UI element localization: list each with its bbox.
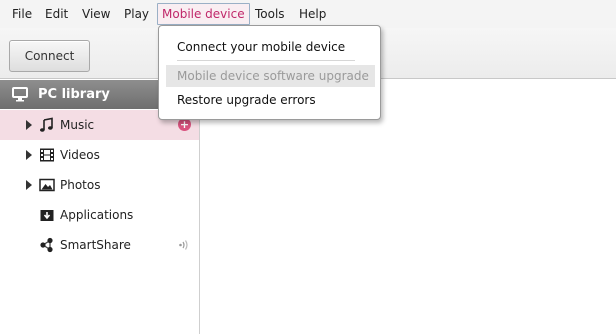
download-box-icon — [39, 207, 55, 223]
menu-item-software-upgrade: Mobile device software upgrade — [166, 65, 375, 87]
expand-arrow-icon[interactable] — [26, 180, 32, 190]
menu-file[interactable]: File — [8, 4, 36, 24]
connect-button[interactable]: Connect — [9, 40, 90, 72]
sidebar-item-label: SmartShare — [60, 238, 131, 252]
sidebar-item-label: Photos — [60, 178, 101, 192]
music-note-icon — [39, 117, 55, 133]
photo-icon — [39, 177, 55, 193]
menu-tools[interactable]: Tools — [251, 4, 289, 24]
sidebar-item-videos[interactable]: Videos — [0, 140, 199, 170]
sidebar-item-photos[interactable]: Photos — [0, 170, 199, 200]
menu-item-restore-upgrade-errors[interactable]: Restore upgrade errors — [166, 89, 375, 111]
wireless-signal-icon — [178, 238, 190, 255]
mobile-device-dropdown: Connect your mobile device Mobile device… — [158, 25, 381, 120]
menu-view[interactable]: View — [78, 4, 114, 24]
menu-separator — [177, 60, 355, 61]
menu-edit[interactable]: Edit — [41, 4, 72, 24]
monitor-icon — [12, 87, 28, 106]
sidebar-item-smartshare[interactable]: SmartShare — [0, 230, 199, 260]
sidebar-item-applications[interactable]: Applications — [0, 200, 199, 230]
menu-bar: File Edit View Play Mobile device Tools … — [0, 0, 616, 28]
sidebar-item-label: Applications — [60, 208, 134, 222]
menu-play[interactable]: Play — [120, 4, 153, 24]
pc-library-label: PC library — [38, 87, 110, 102]
expand-arrow-icon[interactable] — [26, 120, 32, 130]
film-icon — [39, 147, 55, 163]
sidebar-item-label: Videos — [60, 148, 100, 162]
menu-item-connect-mobile[interactable]: Connect your mobile device — [166, 36, 375, 58]
menu-help[interactable]: Help — [295, 4, 330, 24]
menu-mobile-device[interactable]: Mobile device — [157, 3, 250, 25]
sidebar-item-label: Music — [60, 118, 95, 132]
share-network-icon — [39, 237, 55, 253]
expand-arrow-icon[interactable] — [26, 150, 32, 160]
